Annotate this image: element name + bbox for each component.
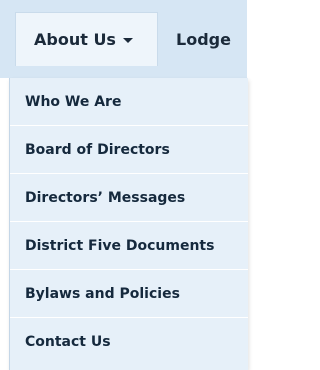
menu-item-directors-messages[interactable]: Directors’ Messages	[10, 174, 248, 222]
menu-item-contact-us[interactable]: Contact Us	[10, 318, 248, 366]
nav-about-us-label: About Us	[34, 30, 116, 49]
nav-lodge-link[interactable]: Lodge	[176, 12, 231, 66]
menu-item-board-of-directors[interactable]: Board of Directors	[10, 126, 248, 174]
menu-item-bylaws-and-policies[interactable]: Bylaws and Policies	[10, 270, 248, 318]
menu-item-who-we-are[interactable]: Who We Are	[10, 78, 248, 126]
menu-item-district-five-documents[interactable]: District Five Documents	[10, 222, 248, 270]
caret-down-icon	[122, 38, 133, 43]
nav-about-us-button[interactable]: About Us	[15, 12, 158, 66]
nav-lodge-label: Lodge	[176, 29, 231, 49]
top-navbar: About Us Lodge	[0, 0, 247, 78]
about-us-dropdown-menu: Who We Are Board of Directors Directors’…	[9, 78, 248, 370]
